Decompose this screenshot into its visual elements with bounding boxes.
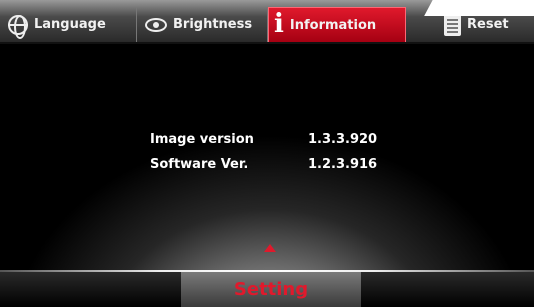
tab-brightness-label: Brightness — [173, 17, 253, 32]
info-icon: i — [274, 9, 284, 39]
information-panel: Image version 1.3.3.920 Software Ver. 1.… — [0, 46, 534, 270]
up-arrow-icon[interactable] — [264, 244, 276, 252]
tab-information-label: Information — [289, 17, 377, 33]
globe-icon — [8, 14, 28, 39]
settings-screen: Language Brightness i Information Reset … — [0, 0, 534, 307]
tab-brightness[interactable]: Brightness — [137, 7, 268, 42]
tab-language-label: Language — [34, 17, 106, 32]
image-version-label: Image version — [150, 132, 254, 147]
tab-reset-label: Reset — [467, 17, 509, 32]
setting-label: Setting — [233, 279, 309, 300]
software-version-label: Software Ver. — [150, 157, 249, 172]
tab-language[interactable]: Language — [0, 7, 137, 42]
tab-information[interactable]: i Information — [268, 7, 406, 42]
setting-button[interactable]: Setting — [181, 272, 361, 307]
eye-icon — [145, 17, 167, 32]
corner-notch — [424, 0, 534, 16]
software-version-value: 1.2.3.916 — [308, 157, 378, 172]
image-version-value: 1.3.3.920 — [308, 132, 378, 147]
document-icon — [444, 13, 461, 36]
